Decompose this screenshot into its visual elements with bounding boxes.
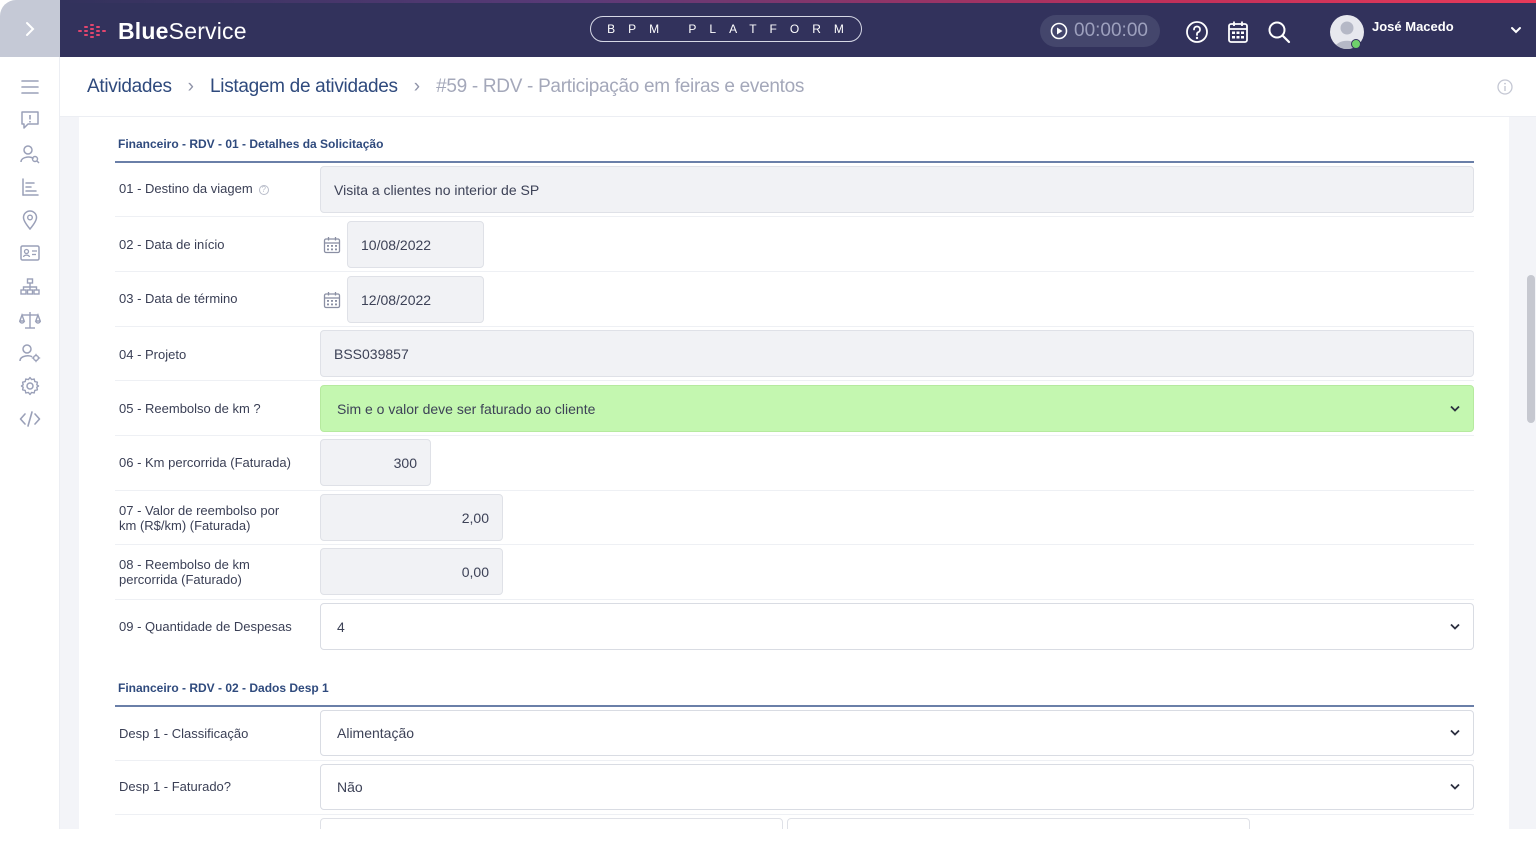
id-card-icon[interactable] <box>18 241 42 265</box>
destino-value: Visita a clientes no interior de SP <box>334 181 540 198</box>
help-icon[interactable]: ? <box>258 184 269 195</box>
chevron-down-icon <box>1450 623 1460 631</box>
sidebar-toggle-button[interactable] <box>0 0 60 57</box>
faturado-select[interactable]: Não <box>320 764 1474 810</box>
chevron-down-icon <box>1450 783 1460 791</box>
brand-name: BlueService <box>118 17 247 44</box>
field-label: 04 - Projeto <box>119 347 187 362</box>
breadcrumb: Atividades › Listagem de atividades › #5… <box>60 57 1536 117</box>
quantidade-despesas-value: 4 <box>337 618 345 635</box>
form-row-data-inicio: 02 - Data de início <box>115 217 1474 272</box>
timer-value: 00:00:00 <box>1074 20 1148 41</box>
km-percorrida-value: 300 <box>393 454 417 471</box>
classificacao-value: Alimentação <box>337 725 415 741</box>
breadcrumb-separator: › <box>413 75 421 97</box>
help-icon[interactable] <box>1184 19 1210 45</box>
list-chart-icon[interactable] <box>18 175 42 199</box>
field-label: 08 - Reembolso de km percorrida (Faturado… <box>119 557 250 587</box>
search-icon[interactable] <box>1266 19 1292 45</box>
breadcrumb-item-atividades[interactable]: Atividades <box>87 76 172 98</box>
timer-control[interactable]: 00:00:00 <box>1040 15 1160 47</box>
form-row-reembolso-percorrida: 08 - Reembolso de km percorrida (Faturado… <box>115 545 1474 600</box>
section-title-dados-desp: Financeiro - RDV - 02 - Dados Desp 1 <box>118 681 329 695</box>
reembolso-percorrida-value: 0,00 <box>461 563 489 580</box>
reembolso-percorrida-input[interactable]: 0,00 <box>320 548 503 595</box>
section-title-detalhes: Financeiro - RDV - 01 - Detalhes da Soli… <box>118 137 384 151</box>
org-chart-icon[interactable] <box>18 275 42 299</box>
field-label: 09 - Quantidade de Despesas <box>119 619 292 634</box>
online-status-dot <box>1351 39 1361 49</box>
valor-reembolso-value: 2,00 <box>461 509 489 526</box>
calendar-icon[interactable] <box>1225 19 1251 45</box>
play-icon <box>1050 22 1068 40</box>
menu-icon[interactable] <box>18 75 42 99</box>
field-label: 02 - Data de início <box>119 237 225 252</box>
projeto-input[interactable]: BSS039857 <box>320 330 1474 377</box>
chevron-down-icon <box>1450 729 1460 737</box>
chevron-right-icon <box>26 21 35 36</box>
chevron-down-icon[interactable] <box>1509 23 1523 42</box>
settings-icon[interactable] <box>18 374 42 398</box>
info-icon[interactable] <box>1497 79 1513 100</box>
field-label: Desp 1 - Classificação <box>119 726 249 741</box>
faturado-value: Não <box>337 779 363 795</box>
scrollbar-track[interactable] <box>1523 117 1536 829</box>
scrollbar-thumb[interactable] <box>1527 275 1535 423</box>
scale-icon[interactable] <box>18 308 42 332</box>
km-percorrida-input[interactable]: 300 <box>320 439 431 486</box>
reembolso-km-select[interactable]: Sim e o valor deve ser faturado ao clien… <box>320 385 1474 432</box>
breadcrumb-current: #59 - RDV - Participação em feiras e eve… <box>436 75 805 97</box>
field-label: 05 - Reembolso de km ? <box>119 401 261 416</box>
platform-label: BPM PLATFORM <box>590 16 862 42</box>
destino-input[interactable]: Visita a clientes no interior de SP <box>320 166 1474 213</box>
breadcrumb-separator: › <box>187 75 194 97</box>
reembolso-km-value: Sim e o valor deve ser faturado ao clien… <box>337 400 596 417</box>
data-inicio-input[interactable]: 10/08/2022 <box>347 221 484 268</box>
calendar-icon[interactable] <box>323 291 341 314</box>
field-label: 03 - Data de término <box>119 291 238 306</box>
user-search-icon[interactable] <box>18 142 42 166</box>
classificacao-select[interactable]: Alimentação <box>320 710 1474 756</box>
valor-reembolso-input[interactable]: 2,00 <box>320 494 503 541</box>
field-label: 07 - Valor de reembolso por km (R$/km) (F… <box>119 503 280 533</box>
chevron-down-icon <box>1450 405 1460 413</box>
field-label: Desp 1 - Faturado? <box>119 779 232 794</box>
location-icon[interactable] <box>18 208 42 232</box>
logo-mark-icon <box>78 24 106 38</box>
data-inicio-value: 10/08/2022 <box>361 236 432 253</box>
field-label: 06 - Km percorrida (Faturada) <box>119 455 291 470</box>
quantidade-despesas-select[interactable]: 4 <box>320 603 1474 650</box>
sidebar <box>0 57 60 841</box>
alert-icon[interactable] <box>18 108 42 132</box>
form-row-valor-reembolso: 07 - Valor de reembolso por km (R$/km) (F… <box>115 491 1474 545</box>
code-icon[interactable] <box>18 407 42 431</box>
projeto-value: BSS039857 <box>334 345 409 362</box>
footer-strip <box>0 829 1536 841</box>
data-termino-input[interactable]: 12/08/2022 <box>347 276 484 323</box>
breadcrumb-item-listagem[interactable]: Listagem de atividades <box>210 76 398 98</box>
user-name[interactable]: José Macedo <box>1372 19 1454 34</box>
top-bar: BlueService BPM PLATFORM 00:00:00 José M… <box>60 0 1536 57</box>
form-row-km-percorrida: 06 - Km percorrida (Faturada) <box>115 436 1474 491</box>
form-row-data-termino: 03 - Data de término <box>115 272 1474 327</box>
user-gear-icon[interactable] <box>18 341 42 365</box>
brand-logo[interactable]: BlueService <box>78 17 247 45</box>
data-termino-value: 12/08/2022 <box>361 291 432 308</box>
field-label: 01 - Destino da viagem? <box>119 181 269 196</box>
calendar-icon[interactable] <box>323 236 341 259</box>
